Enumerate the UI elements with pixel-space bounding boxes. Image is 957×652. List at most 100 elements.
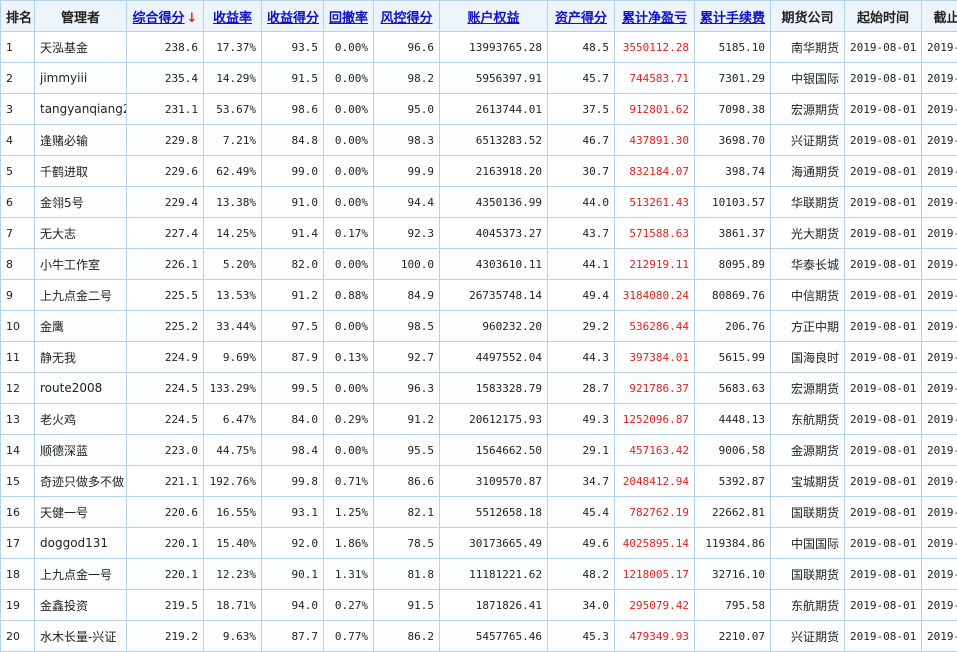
header-risk-score[interactable]: 风控得分	[374, 1, 440, 32]
return-rate-cell: 14.25%	[204, 218, 262, 249]
rank-cell: 4	[1, 125, 35, 156]
manager-cell[interactable]: 天泓基金	[35, 32, 127, 63]
equity-cell: 20612175.93	[440, 404, 548, 435]
manager-cell[interactable]: 金鑫投资	[35, 590, 127, 621]
header-total-score-label[interactable]: 综合得分	[133, 11, 185, 26]
total-score-cell: 220.6	[127, 497, 204, 528]
end-date-cell: 2019-08-07	[922, 621, 957, 652]
start-date-cell: 2019-08-01	[845, 32, 922, 63]
net-profit-cell: 437891.30	[615, 125, 695, 156]
table-row: 10金鹰225.233.44%97.50.00%98.5960232.2029.…	[1, 311, 957, 342]
table-row: 14顺德深蓝223.044.75%98.40.00%95.51564662.50…	[1, 435, 957, 466]
start-date-cell: 2019-08-01	[845, 280, 922, 311]
rank-cell: 16	[1, 497, 35, 528]
end-date-cell: 2019-08-07	[922, 466, 957, 497]
risk-score-cell: 96.3	[374, 373, 440, 404]
net-profit-cell: 3184080.24	[615, 280, 695, 311]
manager-cell[interactable]: jimmyiii	[35, 63, 127, 94]
manager-cell[interactable]: 天健一号	[35, 497, 127, 528]
risk-score-cell: 91.5	[374, 590, 440, 621]
net-profit-cell: 782762.19	[615, 497, 695, 528]
fees-cell: 3861.37	[695, 218, 771, 249]
manager-cell[interactable]: route2008	[35, 373, 127, 404]
fees-cell: 7098.38	[695, 94, 771, 125]
return-score-cell: 93.1	[262, 497, 324, 528]
broker-cell: 宏源期货	[771, 373, 845, 404]
total-score-cell: 220.1	[127, 528, 204, 559]
drawdown-cell: 0.71%	[324, 466, 374, 497]
manager-cell[interactable]: 老火鸡	[35, 404, 127, 435]
manager-cell[interactable]: 金鹰	[35, 311, 127, 342]
drawdown-cell: 0.00%	[324, 156, 374, 187]
header-equity[interactable]: 账户权益	[440, 1, 548, 32]
rank-cell: 3	[1, 94, 35, 125]
rank-cell: 6	[1, 187, 35, 218]
drawdown-cell: 0.00%	[324, 249, 374, 280]
asset-score-cell: 49.3	[548, 404, 615, 435]
return-score-cell: 87.7	[262, 621, 324, 652]
asset-score-cell: 28.7	[548, 373, 615, 404]
equity-cell: 3109570.87	[440, 466, 548, 497]
net-profit-cell: 4025895.14	[615, 528, 695, 559]
manager-cell[interactable]: 金翎5号	[35, 187, 127, 218]
net-profit-cell: 912801.62	[615, 94, 695, 125]
net-profit-cell: 536286.44	[615, 311, 695, 342]
header-return-score[interactable]: 收益得分	[262, 1, 324, 32]
return-rate-cell: 6.47%	[204, 404, 262, 435]
fees-cell: 7301.29	[695, 63, 771, 94]
manager-cell[interactable]: 千鹤进取	[35, 156, 127, 187]
fees-cell: 119384.86	[695, 528, 771, 559]
risk-score-cell: 84.9	[374, 280, 440, 311]
return-score-cell: 91.5	[262, 63, 324, 94]
rank-cell: 5	[1, 156, 35, 187]
table-row: 15奇迹只做多不做221.1192.76%99.80.71%86.6310957…	[1, 466, 957, 497]
total-score-cell: 221.1	[127, 466, 204, 497]
end-date-cell: 2019-08-07	[922, 63, 957, 94]
manager-cell[interactable]: 逢赌必输	[35, 125, 127, 156]
manager-cell[interactable]: 奇迹只做多不做	[35, 466, 127, 497]
manager-cell[interactable]: 顺德深蓝	[35, 435, 127, 466]
return-score-cell: 84.0	[262, 404, 324, 435]
manager-cell[interactable]: 静无我	[35, 342, 127, 373]
rank-cell: 17	[1, 528, 35, 559]
header-fees[interactable]: 累计手续费	[695, 1, 771, 32]
drawdown-cell: 0.00%	[324, 311, 374, 342]
header-drawdown[interactable]: 回撤率	[324, 1, 374, 32]
total-score-cell: 224.5	[127, 373, 204, 404]
drawdown-cell: 0.00%	[324, 373, 374, 404]
manager-cell[interactable]: doggod131	[35, 528, 127, 559]
broker-cell: 华泰长城	[771, 249, 845, 280]
rank-cell: 1	[1, 32, 35, 63]
end-date-cell: 2019-08-07	[922, 590, 957, 621]
manager-cell[interactable]: 水木长量-兴证	[35, 621, 127, 652]
risk-score-cell: 99.9	[374, 156, 440, 187]
manager-cell[interactable]: 上九点金一号	[35, 559, 127, 590]
table-row: 7无大志227.414.25%91.40.17%92.34045373.2743…	[1, 218, 957, 249]
return-rate-cell: 53.67%	[204, 94, 262, 125]
start-date-cell: 2019-08-01	[845, 435, 922, 466]
end-date-cell: 2019-08-07	[922, 187, 957, 218]
drawdown-cell: 1.86%	[324, 528, 374, 559]
manager-cell[interactable]: tangyanqiang2	[35, 94, 127, 125]
table-row: 19金鑫投资219.518.71%94.00.27%91.51871826.41…	[1, 590, 957, 621]
header-return-rate[interactable]: 收益率	[204, 1, 262, 32]
manager-cell[interactable]: 上九点金二号	[35, 280, 127, 311]
asset-score-cell: 30.7	[548, 156, 615, 187]
start-date-cell: 2019-08-01	[845, 94, 922, 125]
manager-cell[interactable]: 小牛工作室	[35, 249, 127, 280]
start-date-cell: 2019-08-01	[845, 621, 922, 652]
risk-score-cell: 78.5	[374, 528, 440, 559]
manager-cell[interactable]: 无大志	[35, 218, 127, 249]
net-profit-cell: 212919.11	[615, 249, 695, 280]
header-total-score[interactable]: 综合得分↓	[127, 1, 204, 32]
header-asset-score[interactable]: 资产得分	[548, 1, 615, 32]
start-date-cell: 2019-08-01	[845, 125, 922, 156]
risk-score-cell: 91.2	[374, 404, 440, 435]
drawdown-cell: 0.88%	[324, 280, 374, 311]
header-net-profit[interactable]: 累计净盈亏	[615, 1, 695, 32]
end-date-cell: 2019-08-07	[922, 125, 957, 156]
broker-cell: 兴证期货	[771, 621, 845, 652]
drawdown-cell: 0.00%	[324, 94, 374, 125]
net-profit-cell: 571588.63	[615, 218, 695, 249]
return-rate-cell: 9.63%	[204, 621, 262, 652]
